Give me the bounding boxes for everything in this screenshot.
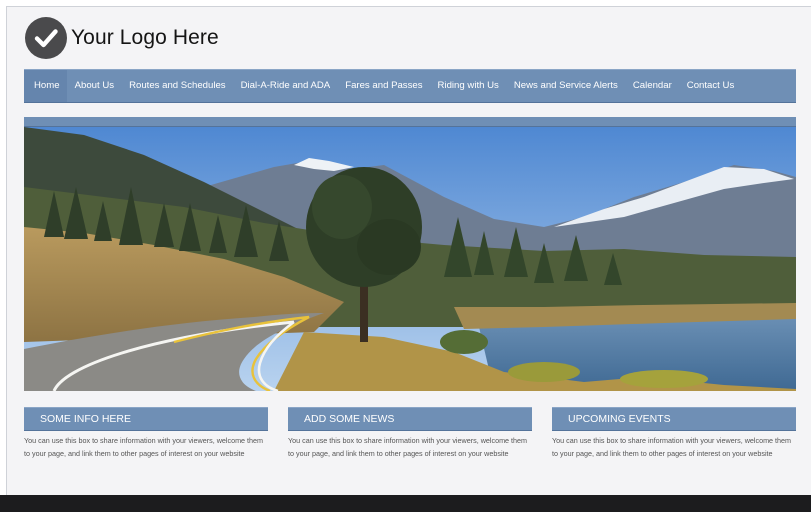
info-box-title: SOME INFO HERE — [24, 407, 268, 431]
nav-item-news-and-service-alerts[interactable]: News and Service Alerts — [506, 70, 625, 102]
news-box-title: ADD SOME NEWS — [288, 407, 532, 431]
footer-bar — [0, 495, 811, 512]
main-nav: Home About Us Routes and Schedules Dial-… — [24, 69, 796, 103]
checkmark-circle-icon — [25, 17, 67, 59]
nav-item-contact-us[interactable]: Contact Us — [679, 70, 741, 102]
nav-item-calendar[interactable]: Calendar — [625, 70, 679, 102]
nav-item-dial-a-ride-and-ada[interactable]: Dial-A-Ride and ADA — [233, 70, 338, 102]
logo[interactable]: Your Logo Here — [25, 16, 219, 60]
page-frame: Your Logo Here Home About Us Routes and … — [6, 6, 811, 512]
info-box-text: You can use this box to share informatio… — [24, 436, 264, 458]
nav-item-home[interactable]: Home — [24, 70, 68, 102]
events-box: UPCOMING EVENTS You can use this box to … — [552, 407, 796, 460]
hero-banner-image — [24, 127, 796, 391]
events-box-title: UPCOMING EVENTS — [552, 407, 796, 431]
news-box-text: You can use this box to share informatio… — [288, 436, 528, 458]
news-box: ADD SOME NEWS You can use this box to sh… — [288, 407, 532, 460]
logo-text: Your Logo Here — [71, 26, 219, 49]
nav-item-fares-and-passes[interactable]: Fares and Passes — [338, 70, 430, 102]
events-box-text: You can use this box to share informatio… — [552, 436, 792, 458]
info-box: SOME INFO HERE You can use this box to s… — [24, 407, 268, 460]
nav-item-about-us[interactable]: About Us — [67, 70, 121, 102]
nav-item-routes-and-schedules[interactable]: Routes and Schedules — [122, 70, 234, 102]
nav-item-riding-with-us[interactable]: Riding with Us — [430, 70, 506, 102]
hero-top-bar — [24, 117, 796, 127]
